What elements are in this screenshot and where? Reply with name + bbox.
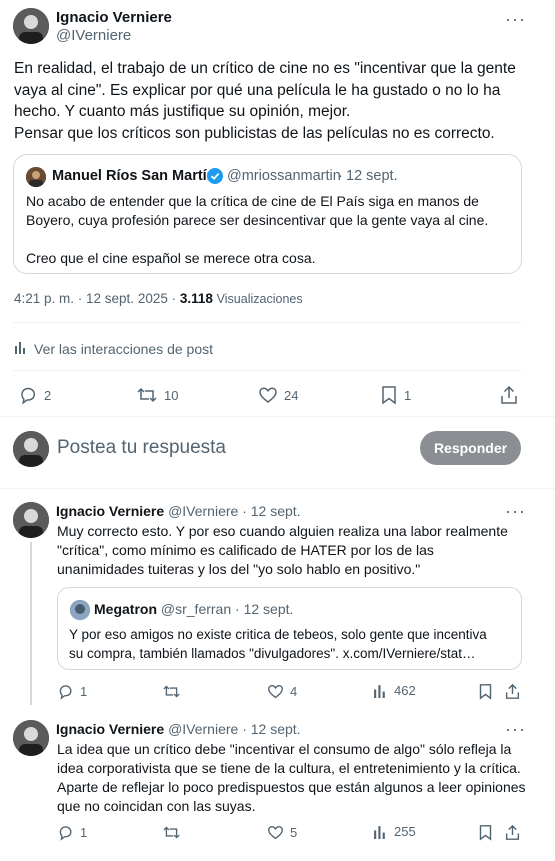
like-icon [268, 826, 283, 840]
quote-author-avatar [70, 600, 90, 620]
reply-button[interactable]: 1 [57, 683, 87, 700]
more-icon[interactable]: ··· [505, 720, 526, 738]
views-icon [374, 826, 385, 839]
views-count: 3.118 [179, 291, 213, 306]
quote-text: No acabo de entender que la crítica de c… [26, 193, 489, 266]
share-icon [505, 824, 520, 840]
bookmark-button[interactable] [478, 824, 499, 841]
quote-date: · 12 sept. [235, 601, 294, 617]
views-icon [374, 685, 385, 698]
reply-header: Ignacio Verniere @IVerniere · 12 sept. [56, 721, 301, 737]
author-handle[interactable]: @IVerniere [56, 27, 131, 44]
user-avatar [13, 431, 49, 467]
reply-count: 2 [44, 387, 52, 403]
reply-text: Muy correcto esto. Y por eso cuando algu… [57, 523, 508, 577]
share-icon [505, 683, 520, 699]
verified-icon [207, 168, 223, 189]
reply-date[interactable]: · 12 sept. [242, 503, 300, 519]
like-button[interactable]: 24 [258, 385, 298, 405]
reply-author-name[interactable]: Ignacio Verniere [56, 721, 164, 737]
views-button[interactable]: 255 [373, 824, 416, 839]
like-button[interactable]: 4 [267, 683, 297, 700]
bookmark-button[interactable] [478, 683, 499, 700]
share-icon [501, 385, 517, 404]
reply-author-name[interactable]: Ignacio Verniere [56, 503, 164, 519]
tweet-text: En realidad, el trabajo de un crítico de… [14, 60, 516, 142]
bookmark-icon [479, 684, 492, 700]
reply-author-handle[interactable]: @IVerniere [168, 721, 238, 737]
reply-icon [59, 685, 72, 700]
quote-separator: · [338, 168, 343, 184]
quote-author-name: Manuel Ríos San Martín [52, 168, 216, 184]
tweet-timestamp: 4:21 p. m. · 12 sept. 2025 · 3.118 Visua… [14, 291, 303, 306]
quote-date: 12 sept. [346, 168, 398, 184]
thread-line [30, 542, 32, 705]
more-icon[interactable]: ··· [505, 502, 526, 520]
share-button[interactable] [505, 683, 526, 700]
quoted-tweet[interactable]: Manuel Ríos San Martín @mriossanmartin ·… [13, 154, 522, 274]
reply-button[interactable]: 2 [18, 385, 51, 405]
bookmark-button[interactable]: 1 [380, 385, 411, 405]
timestamp-text[interactable]: 4:21 p. m. · 12 sept. 2025 · [14, 291, 176, 306]
like-button[interactable]: 5 [267, 824, 297, 841]
like-icon [259, 387, 277, 403]
reply-input[interactable]: Postea tu respuesta [57, 437, 226, 459]
reply-count: 1 [80, 825, 88, 840]
more-icon[interactable]: ··· [505, 10, 526, 28]
view-interactions-label: Ver las interacciones de post [34, 340, 213, 357]
analytics-icon [14, 340, 34, 357]
reply-icon [21, 387, 36, 405]
repost-button[interactable] [162, 683, 187, 700]
bookmark-count: 1 [404, 387, 412, 403]
repost-icon [163, 685, 180, 698]
author-avatar[interactable] [13, 8, 49, 44]
author-name[interactable]: Ignacio Verniere [56, 9, 172, 26]
quote-author-avatar [26, 167, 46, 187]
reply-author-handle[interactable]: @IVerniere [168, 503, 238, 519]
quoted-tweet[interactable]: Megatron @sr_ferran · 12 sept. Y por eso… [57, 587, 522, 670]
reply-count: 1 [80, 684, 88, 699]
like-count: 4 [290, 684, 298, 699]
view-interactions-link[interactable]: Ver las interacciones de post [14, 340, 213, 357]
bookmark-icon [479, 825, 492, 841]
reply-author-avatar[interactable] [13, 502, 49, 538]
reply-text: La idea que un crítico debe "incentivar … [57, 741, 526, 814]
divider [13, 370, 522, 371]
reply-header: Ignacio Verniere @IVerniere · 12 sept. [56, 503, 301, 519]
repost-button[interactable]: 10 [136, 385, 178, 405]
reply-date[interactable]: · 12 sept. [242, 721, 300, 737]
reply-button[interactable]: 1 [57, 824, 87, 841]
share-button[interactable] [500, 385, 524, 405]
repost-count: 10 [164, 387, 179, 403]
reply-submit-button[interactable]: Responder [420, 431, 521, 465]
like-count: 5 [290, 825, 298, 840]
views-label: Visualizaciones [216, 292, 303, 306]
bookmark-icon [382, 386, 396, 405]
divider [0, 416, 555, 417]
quote-author-handle: @sr_ferran [160, 601, 232, 617]
reply-icon [59, 826, 72, 841]
repost-icon [137, 387, 157, 403]
quote-header: Megatron @sr_ferran · 12 sept. [94, 601, 293, 617]
like-count: 24 [284, 387, 299, 403]
quote-text: Y por eso amigos no existe critica de te… [69, 627, 487, 661]
divider [13, 322, 522, 323]
views-count: 255 [394, 824, 416, 839]
views-count: 462 [394, 683, 416, 698]
views-button[interactable]: 462 [373, 683, 416, 698]
repost-button[interactable] [162, 824, 187, 841]
repost-icon [163, 826, 180, 839]
like-icon [268, 685, 283, 699]
quote-author-handle: @mriossanmartin [227, 168, 341, 184]
divider [0, 488, 555, 489]
reply-author-avatar[interactable] [13, 720, 49, 756]
quote-author-name: Megatron [94, 601, 157, 617]
share-button[interactable] [505, 824, 526, 841]
